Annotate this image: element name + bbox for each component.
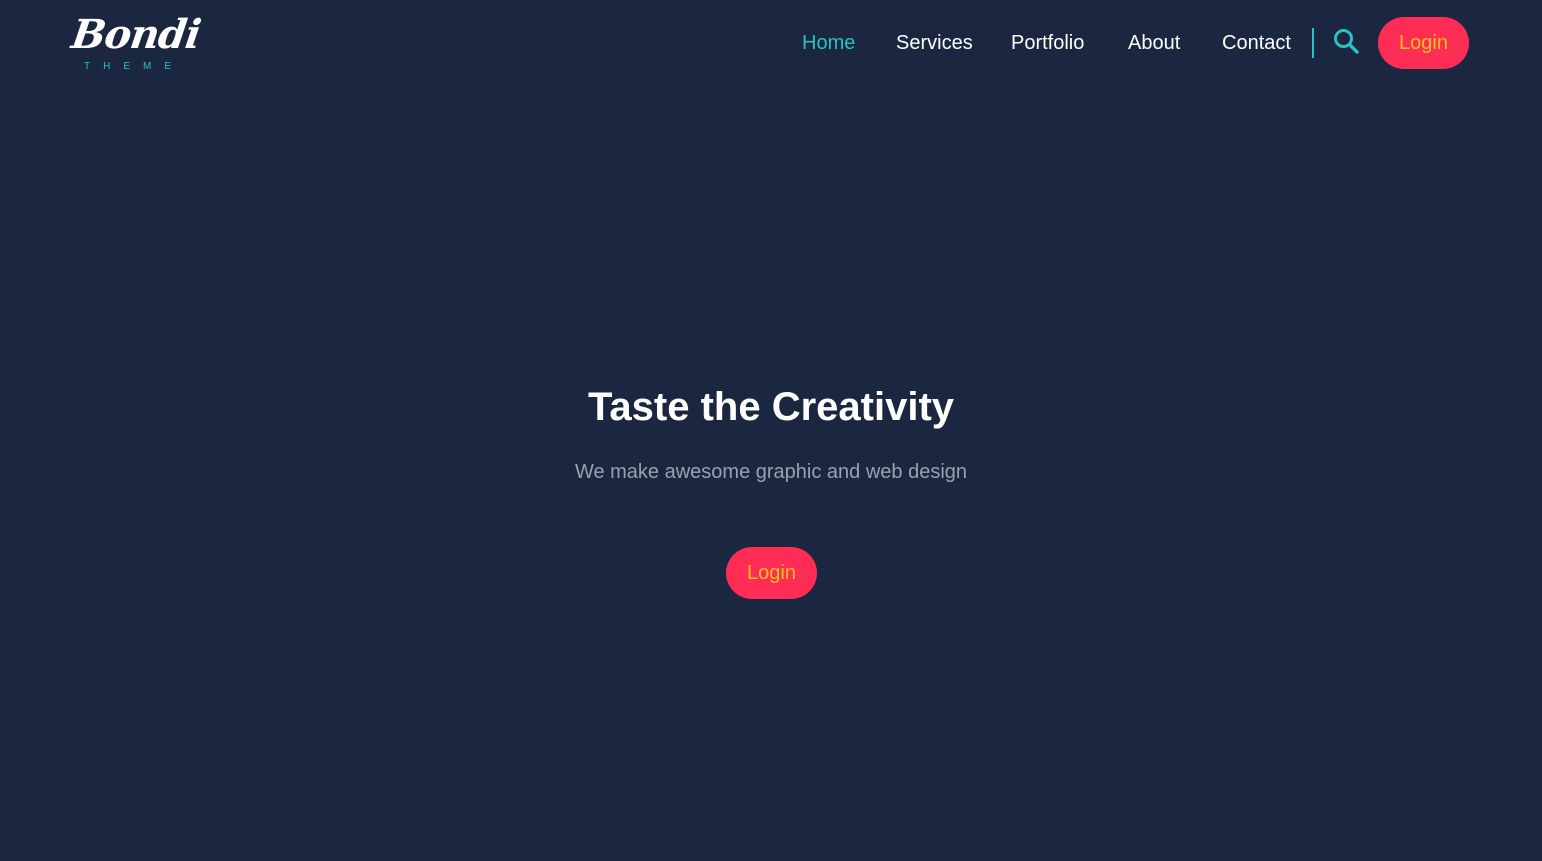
nav-about[interactable]: About	[1128, 31, 1180, 55]
nav-divider	[1312, 28, 1314, 58]
nav-contact[interactable]: Contact	[1222, 31, 1291, 55]
nav-services[interactable]: Services	[896, 31, 973, 55]
nav-home[interactable]: Home	[802, 31, 855, 55]
nav-portfolio[interactable]: Portfolio	[1011, 31, 1084, 55]
page: Bondi THEME Home Services Portfolio Abou…	[0, 0, 1542, 861]
hero-subtitle: We make awesome graphic and web design	[574, 461, 968, 483]
hero-title: Taste the Creativity	[587, 385, 955, 429]
header-login-button[interactable]: Login	[1378, 17, 1469, 69]
main-nav: Home Services Portfolio About Contact Lo…	[0, 0, 1542, 86]
hero-login-button[interactable]: Login	[726, 547, 817, 599]
search-icon[interactable]	[1333, 28, 1359, 54]
site-header: Bondi THEME Home Services Portfolio Abou…	[0, 0, 1542, 86]
